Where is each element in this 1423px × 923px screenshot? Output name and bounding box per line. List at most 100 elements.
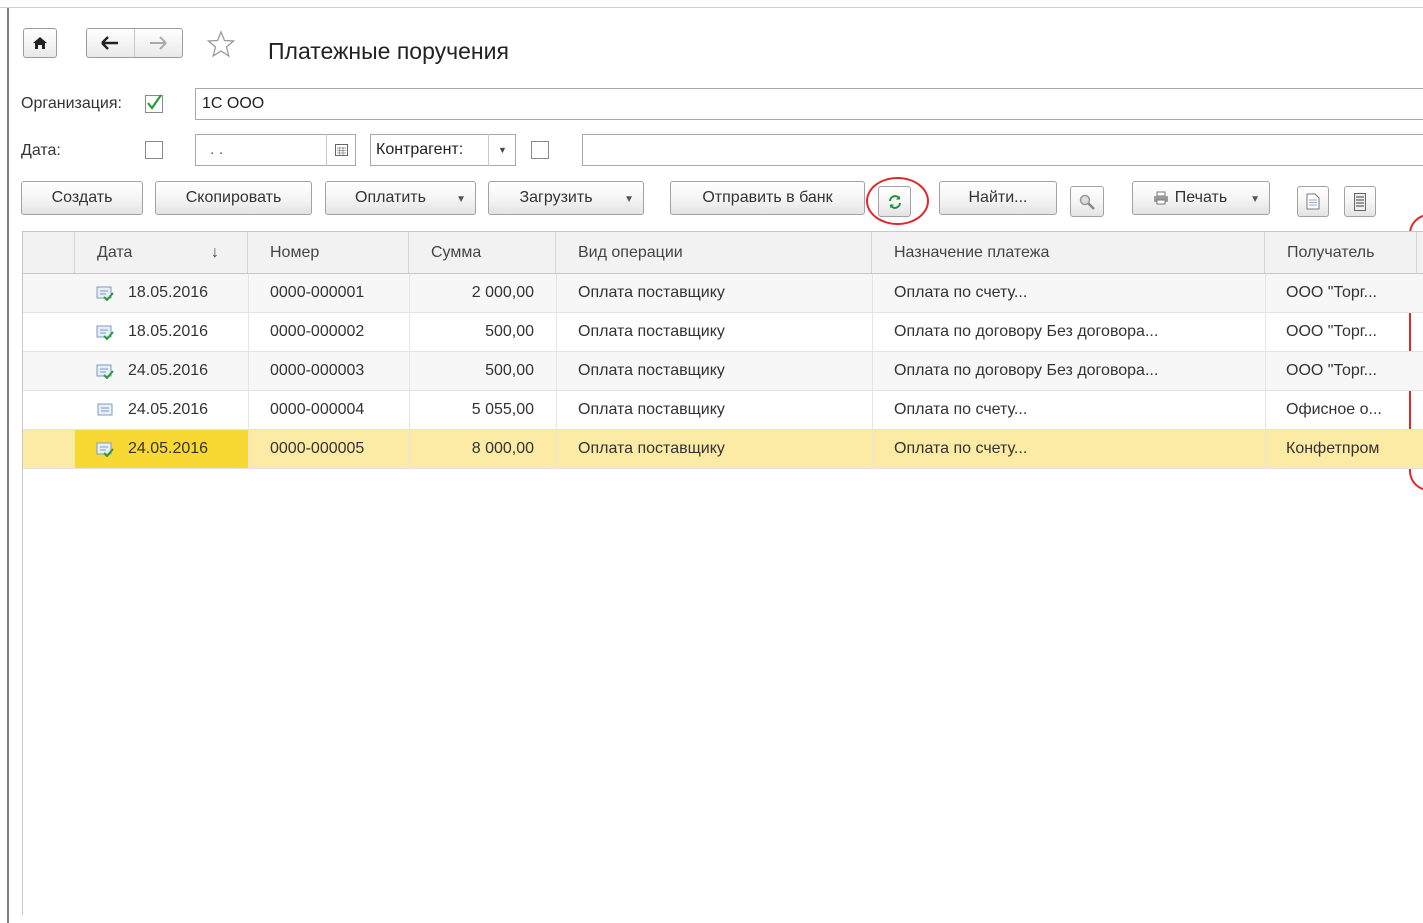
cell-sum: 500,00 bbox=[485, 323, 534, 340]
document-icon bbox=[1306, 193, 1320, 210]
date-value: . . bbox=[210, 141, 224, 158]
cell-date: 18.05.2016 bbox=[128, 284, 209, 301]
cell-date: 18.05.2016 bbox=[128, 323, 209, 340]
cell-number: 0000-000001 bbox=[270, 284, 365, 301]
pay-button-label: Оплатить bbox=[355, 189, 426, 206]
home-icon bbox=[33, 37, 47, 49]
chevron-down-icon: ▼ bbox=[624, 194, 634, 205]
table-header: Дата ↓ Номер Сумма Вид операции Назначен… bbox=[23, 232, 1423, 274]
cell-number: 0000-000003 bbox=[270, 362, 365, 379]
calendar-icon bbox=[335, 144, 348, 156]
load-button-label: Загрузить bbox=[519, 189, 593, 206]
cell-number: 0000-000005 bbox=[270, 440, 365, 457]
header-purpose[interactable]: Назначение платежа bbox=[872, 232, 1265, 273]
header-date[interactable]: Дата ↓ bbox=[75, 232, 248, 273]
header-operation[interactable]: Вид операции bbox=[556, 232, 872, 273]
print-button[interactable]: Печать ▼ bbox=[1132, 181, 1270, 215]
cell-sum: 2 000,00 bbox=[471, 284, 534, 301]
cell-recipient: Офисное о... bbox=[1286, 401, 1382, 418]
refresh-highlight-annotation bbox=[866, 177, 929, 225]
header-sum[interactable]: Сумма bbox=[409, 232, 556, 273]
column-divider bbox=[556, 274, 557, 469]
cell-recipient: ООО "Торг... bbox=[1286, 323, 1377, 340]
cell-purpose: Оплата по счету... bbox=[894, 440, 1028, 457]
back-button[interactable] bbox=[87, 29, 135, 57]
cell-recipient: ООО "Торг... bbox=[1286, 362, 1377, 379]
cell-operation: Оплата поставщику bbox=[578, 323, 725, 340]
header-date-label: Дата bbox=[97, 243, 133, 261]
copy-button[interactable]: Скопировать bbox=[155, 181, 312, 215]
arrow-left-icon bbox=[101, 36, 119, 50]
documents-table: Дата ↓ Номер Сумма Вид операции Назначен… bbox=[22, 231, 1423, 915]
arrow-right-icon bbox=[150, 36, 167, 50]
cell-purpose: Оплата по договору Без договора... bbox=[894, 323, 1159, 340]
cell-date: 24.05.2016 bbox=[75, 430, 248, 468]
pay-button[interactable]: Оплатить ▼ bbox=[325, 181, 476, 215]
counterparty-select-label: Контрагент: bbox=[376, 141, 464, 158]
history-nav bbox=[86, 28, 183, 58]
cell-purpose: Оплата по договору Без договора... bbox=[894, 362, 1159, 379]
cell-operation: Оплата поставщику bbox=[578, 362, 725, 379]
header-status-column bbox=[23, 232, 75, 273]
date-label: Дата: bbox=[21, 142, 61, 159]
date-field[interactable]: . . bbox=[195, 134, 356, 166]
cell-number: 0000-000002 bbox=[270, 323, 365, 340]
create-button[interactable]: Создать bbox=[21, 181, 143, 215]
magnifier-clear-icon bbox=[1079, 194, 1095, 210]
chevron-down-icon: ▼ bbox=[1250, 194, 1260, 205]
cell-purpose: Оплата по счету... bbox=[894, 401, 1028, 418]
organization-checkbox[interactable] bbox=[145, 94, 163, 113]
home-button[interactable] bbox=[23, 28, 57, 58]
clear-search-button[interactable] bbox=[1070, 186, 1104, 217]
organization-field[interactable]: 1С ООО bbox=[195, 88, 1423, 120]
list-icon bbox=[1354, 192, 1366, 211]
printer-icon bbox=[1153, 191, 1168, 205]
load-button[interactable]: Загрузить ▼ bbox=[488, 181, 644, 215]
table-row[interactable]: 24.05.2016 0000-000003 500,00 Оплата пос… bbox=[23, 352, 1423, 391]
cell-sum: 8 000,00 bbox=[471, 440, 534, 457]
column-divider bbox=[248, 274, 249, 469]
find-button[interactable]: Найти... bbox=[939, 181, 1057, 215]
counterparty-checkbox[interactable] bbox=[531, 141, 549, 159]
cell-operation: Оплата поставщику bbox=[578, 284, 725, 301]
posted-document-icon bbox=[96, 442, 114, 457]
cell-date: 24.05.2016 bbox=[128, 362, 209, 379]
counterparty-select[interactable]: Контрагент: ▼ bbox=[370, 134, 516, 166]
table-row[interactable]: 18.05.2016 0000-000002 500,00 Оплата пос… bbox=[23, 313, 1423, 352]
organization-label: Организация: bbox=[21, 95, 122, 112]
cell-purpose: Оплата по счету... bbox=[894, 284, 1028, 301]
table-row-selected[interactable]: 24.05.2016 0000-000005 8 000,00 Оплата п… bbox=[23, 430, 1423, 469]
sort-descending-icon: ↓ bbox=[211, 243, 219, 261]
cell-recipient: ООО "Торг... bbox=[1286, 284, 1377, 301]
posted-document-icon bbox=[96, 313, 116, 351]
page-title: Платежные поручения bbox=[268, 38, 509, 64]
header-recipient[interactable]: Получатель bbox=[1265, 232, 1417, 273]
cell-operation: Оплата поставщику bbox=[578, 440, 725, 457]
draft-document-icon bbox=[96, 391, 116, 429]
cell-recipient: Конфетпром bbox=[1286, 440, 1380, 457]
cell-date-text: 24.05.2016 bbox=[128, 440, 209, 457]
cell-operation: Оплата поставщику bbox=[578, 401, 725, 418]
cell-date: 24.05.2016 bbox=[128, 401, 209, 418]
header-number[interactable]: Номер bbox=[248, 232, 409, 273]
favorite-star-icon[interactable] bbox=[206, 30, 236, 63]
table-row[interactable]: 18.05.2016 0000-000001 2 000,00 Оплата п… bbox=[23, 274, 1423, 313]
column-divider bbox=[409, 274, 410, 469]
calendar-button[interactable] bbox=[326, 134, 356, 166]
report-button[interactable] bbox=[1297, 186, 1329, 217]
counterparty-field[interactable] bbox=[582, 134, 1423, 166]
chevron-down-icon: ▼ bbox=[456, 194, 466, 205]
chevron-down-icon[interactable]: ▼ bbox=[488, 134, 516, 166]
cell-sum: 500,00 bbox=[485, 362, 534, 379]
cell-sum: 5 055,00 bbox=[471, 401, 534, 418]
print-button-label: Печать bbox=[1174, 189, 1228, 206]
send-to-bank-button[interactable]: Отправить в банк bbox=[670, 181, 865, 215]
column-divider bbox=[872, 274, 873, 469]
date-checkbox[interactable] bbox=[145, 141, 163, 159]
forward-button[interactable] bbox=[135, 29, 183, 57]
table-row[interactable]: 24.05.2016 0000-000004 5 055,00 Оплата п… bbox=[23, 391, 1423, 430]
posted-document-icon bbox=[96, 274, 116, 312]
checkmark-icon bbox=[147, 94, 162, 110]
top-border bbox=[0, 0, 1423, 8]
list-settings-button[interactable] bbox=[1344, 186, 1376, 217]
